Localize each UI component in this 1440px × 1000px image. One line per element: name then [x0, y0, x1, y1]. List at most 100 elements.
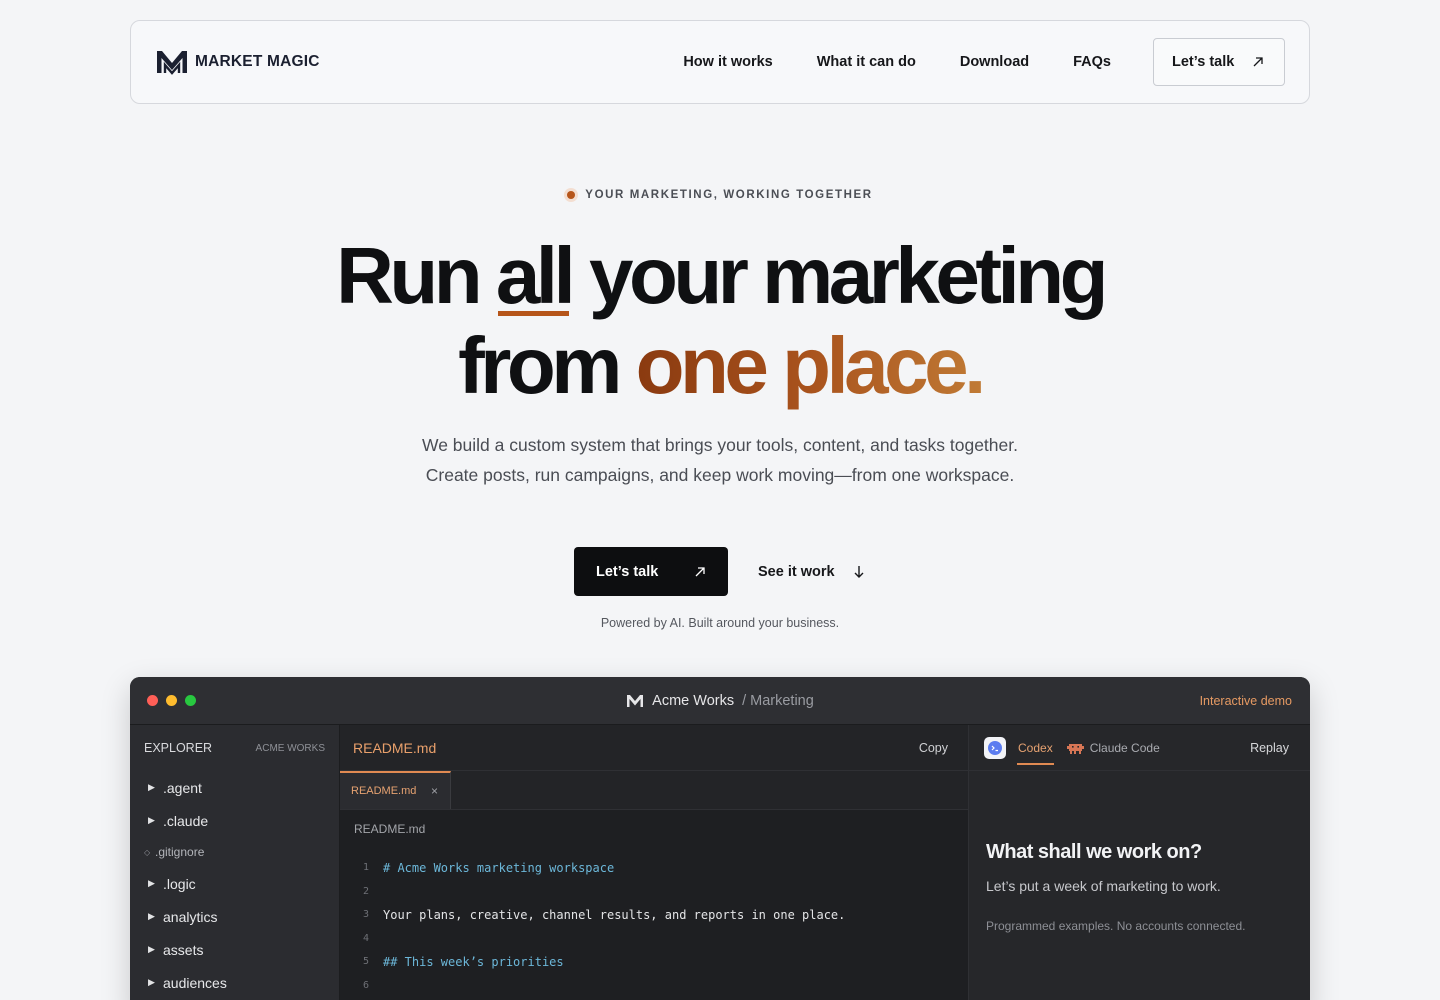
hero-cta-label: Let’s talk	[596, 563, 659, 580]
tree-label: .claude	[163, 812, 209, 829]
nav-link-how-it-works[interactable]: How it works	[683, 54, 772, 70]
agent-header: Codex Claude Code Replay	[969, 725, 1310, 771]
maximize-dot-icon[interactable]	[185, 695, 196, 706]
tree-folder-audiences[interactable]: ▶ audiences	[130, 966, 339, 999]
headline-accent: one place.	[635, 321, 987, 410]
tree-file-gitignore[interactable]: ◇ .gitignore	[130, 837, 339, 867]
tree-folder-agent[interactable]: ▶ .agent	[130, 771, 339, 804]
line-number: 6	[362, 979, 369, 991]
eyebrow-dot-icon	[567, 191, 576, 199]
nav-link-faqs[interactable]: FAQs	[1073, 54, 1111, 70]
headline-rest: your marketing	[589, 231, 1108, 320]
tree-folder-claude[interactable]: ▶ .claude	[130, 804, 339, 837]
breadcrumb: README.md	[354, 822, 426, 836]
line-text: ## This week’s priorities	[383, 954, 564, 969]
replay-button[interactable]: Replay	[1250, 741, 1289, 755]
logo-text: MARKET MAGIC	[195, 53, 320, 70]
tree-folder-assets[interactable]: ▶ assets	[130, 933, 339, 966]
nav-links: How it works What it can do Download FAQ…	[683, 38, 1285, 86]
explorer-panel: EXPLORER ACME WORKS ▶ .agent ▶ .claude ◇ .g…	[130, 725, 340, 1000]
hero-lets-talk-button[interactable]: Let’s talk	[574, 547, 728, 596]
top-nav: MARKET MAGIC How it works What it can do…	[130, 20, 1310, 104]
workspace-section: / Marketing	[742, 693, 814, 709]
editor-panel: README.md Copy README.md × README.md 1 # …	[340, 725, 969, 1000]
workspace-name: Acme Works	[652, 693, 735, 709]
tree-label: analytics	[163, 908, 218, 925]
code-line: 5 ## This week’s priorities	[340, 950, 968, 974]
editor-tabs: README.md ×	[340, 771, 968, 810]
eyebrow-text: YOUR MARKETING, WORKING TOGETHER	[585, 189, 873, 201]
explorer-header: EXPLORER ACME WORKS	[130, 725, 339, 771]
caret-right-icon: ▶	[148, 944, 155, 954]
agent-heading: What shall we work on?	[986, 841, 1202, 863]
caret-right-icon: ▶	[148, 878, 155, 888]
demo-window-title: Acme Works / Marketing	[130, 677, 1310, 725]
agent-body: What shall we work on? Let’s put a week …	[969, 771, 1310, 933]
tree-folder-analytics[interactable]: ▶ analytics	[130, 900, 339, 933]
window-controls	[147, 695, 196, 706]
agent-panel: Codex Claude Code Replay What shall we w…	[969, 725, 1310, 1000]
agent-note: Programmed examples. No accounts connect…	[986, 919, 1246, 933]
see-it-work-button[interactable]: See it work	[758, 564, 865, 580]
logo[interactable]: MARKET MAGIC	[155, 49, 320, 75]
tree-label: .agent	[163, 779, 202, 796]
agent-prompt: Let’s put a week of marketing to work.	[986, 878, 1221, 894]
tree-label: .logic	[163, 875, 196, 892]
line-text: Your plans, creative, channel results, a…	[383, 907, 846, 922]
explorer-workspace: ACME WORKS	[255, 742, 325, 754]
logo-m-icon	[627, 695, 644, 707]
tree-label: .gitignore	[155, 845, 205, 859]
tab-label: README.md	[351, 785, 417, 797]
see-it-work-label: See it work	[758, 563, 835, 580]
tree-label: audiences	[163, 974, 227, 991]
code-line: 4	[340, 927, 968, 951]
code-line: 1 # Acme Works marketing workspace	[340, 856, 968, 880]
demo-panes: EXPLORER ACME WORKS ▶ .agent ▶ .claude ◇ .g…	[130, 725, 1310, 1000]
file-diamond-icon: ◇	[144, 847, 151, 857]
arrow-up-right-icon	[695, 566, 705, 576]
headline-word-run: Run	[336, 231, 483, 320]
caret-right-icon: ▶	[148, 911, 155, 921]
code-line: 3 Your plans, creative, channel results, …	[340, 903, 968, 927]
tree-label: assets	[163, 941, 204, 958]
tab-readme[interactable]: README.md ×	[340, 771, 451, 809]
codex-logo-icon	[984, 736, 1006, 759]
tree-folder-logic[interactable]: ▶ .logic	[130, 867, 339, 900]
headline-line-2: from one place.	[0, 322, 1440, 410]
demo-titlebar: Acme Works / Marketing Interactive demo	[130, 677, 1310, 725]
arrow-down-icon	[854, 565, 864, 578]
logo-m-icon	[157, 51, 187, 75]
nav-link-what-it-can-do[interactable]: What it can do	[817, 54, 916, 70]
caret-right-icon: ▶	[148, 977, 155, 987]
claude-code-icon	[1066, 743, 1084, 754]
line-number: 2	[362, 885, 369, 897]
arrow-up-right-icon	[1253, 57, 1263, 67]
line-text: # Acme Works marketing workspace	[383, 860, 615, 875]
line-number: 3	[362, 909, 369, 921]
editor-header: README.md Copy	[340, 725, 968, 771]
demo-window: Acme Works / Marketing Interactive demo …	[130, 677, 1310, 1000]
code-view: 1 # Acme Works marketing workspace 2 3 You…	[340, 856, 968, 997]
nav-link-download[interactable]: Download	[960, 54, 1029, 70]
headline-word-from: from	[458, 321, 622, 410]
code-line: 2	[340, 880, 968, 904]
close-icon[interactable]: ×	[431, 784, 438, 798]
copy-button[interactable]: Copy	[919, 741, 948, 755]
caret-right-icon: ▶	[148, 815, 155, 825]
nav-lets-talk-button[interactable]: Let’s talk	[1153, 38, 1285, 86]
caret-right-icon: ▶	[148, 782, 155, 792]
tab-label: Claude Code	[1089, 740, 1160, 755]
close-dot-icon[interactable]	[147, 695, 158, 706]
headline-underlined-word: all	[495, 231, 576, 320]
editor-file-title: README.md	[353, 739, 437, 756]
eyebrow: YOUR MARKETING, WORKING TOGETHER	[0, 189, 1440, 201]
minimize-dot-icon[interactable]	[166, 695, 177, 706]
hero-cta-row: Let’s talk See it work	[574, 547, 865, 596]
interactive-demo-badge: Interactive demo	[1199, 693, 1292, 708]
tab-codex[interactable]: Codex	[1017, 735, 1054, 765]
line-number: 5	[362, 956, 369, 968]
tab-claude-code[interactable]: Claude Code	[1066, 735, 1161, 761]
powered-by-text: Powered by AI. Built around your busines…	[600, 616, 840, 630]
code-line: 6	[340, 974, 968, 998]
line-number: 4	[362, 932, 369, 944]
